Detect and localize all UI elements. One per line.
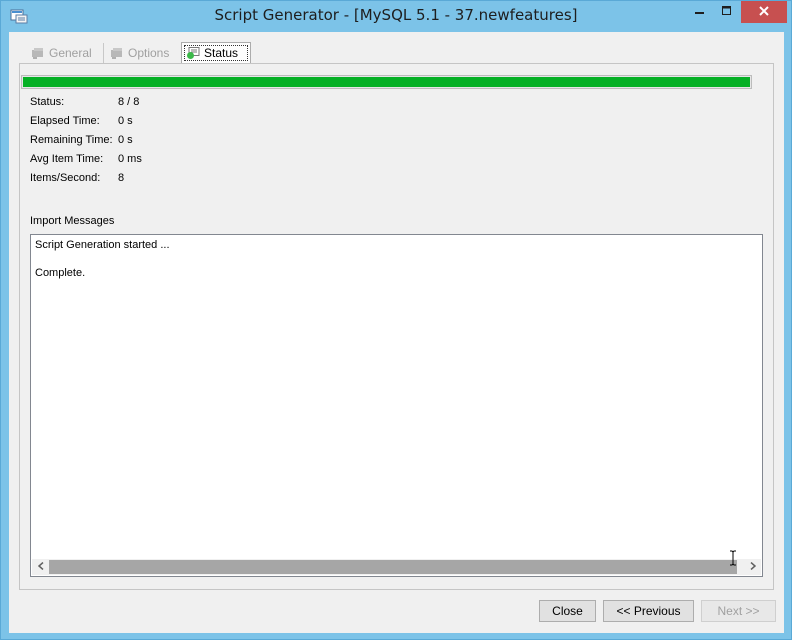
- dialog-client-area: General Options Status Status: 8 / 8 Ela…: [9, 32, 784, 633]
- chevron-right-icon: [750, 561, 756, 573]
- chevron-left-icon: [37, 561, 44, 573]
- title-bar[interactable]: Script Generator - [MySQL 5.1 - 37.newfe…: [1, 1, 791, 32]
- previous-button[interactable]: << Previous: [603, 600, 694, 622]
- status-tab-icon: [186, 46, 200, 60]
- import-messages-textarea[interactable]: Script Generation started ... Complete.: [30, 234, 763, 577]
- import-messages-heading: Import Messages: [30, 215, 115, 227]
- minimize-icon: [694, 6, 705, 19]
- stat-remaining-label: Remaining Time:: [30, 134, 113, 146]
- progress-bar: [21, 75, 752, 89]
- stat-avg-label: Avg Item Time:: [30, 153, 104, 165]
- tab-options-label: Options: [128, 46, 170, 60]
- stat-status-value: 8 / 8: [118, 96, 140, 108]
- next-button[interactable]: Next >>: [701, 600, 776, 622]
- close-window-button[interactable]: [741, 1, 787, 23]
- minimize-button[interactable]: [686, 1, 713, 23]
- maximize-icon: [721, 5, 732, 19]
- progress-bar-fill: [23, 77, 750, 87]
- options-tab-icon: [110, 47, 124, 60]
- stat-avg-value: 0 ms: [118, 153, 142, 165]
- script-generator-window: Script Generator - [MySQL 5.1 - 37.newfe…: [0, 0, 792, 640]
- general-tab-icon: [31, 47, 45, 60]
- stat-elapsed-label: Elapsed Time:: [30, 115, 100, 127]
- stat-status-label: Status:: [30, 96, 65, 108]
- close-button[interactable]: Close: [539, 600, 596, 622]
- horizontal-scrollbar[interactable]: [32, 559, 761, 575]
- tab-general[interactable]: General: [31, 43, 92, 63]
- scrollbar-thumb[interactable]: [49, 560, 737, 574]
- stat-items-label: Items/Second:: [30, 172, 101, 184]
- message-line: Complete.: [35, 267, 86, 279]
- tab-options[interactable]: Options: [103, 43, 169, 63]
- maximize-button[interactable]: [713, 1, 740, 23]
- tab-general-label: General: [49, 46, 92, 60]
- message-line: Script Generation started ...: [35, 239, 170, 251]
- scroll-left-button[interactable]: [32, 559, 49, 575]
- tab-status-label: Status: [204, 46, 239, 60]
- stat-remaining-value: 0 s: [118, 134, 133, 146]
- text-cursor-icon: [729, 550, 737, 566]
- close-icon: [758, 5, 770, 20]
- scroll-right-button[interactable]: [744, 559, 761, 575]
- window-title: Script Generator - [MySQL 5.1 - 37.newfe…: [214, 6, 578, 24]
- tab-status[interactable]: Status: [181, 42, 251, 63]
- stat-items-value: 8: [118, 172, 125, 184]
- stat-elapsed-value: 0 s: [118, 115, 133, 127]
